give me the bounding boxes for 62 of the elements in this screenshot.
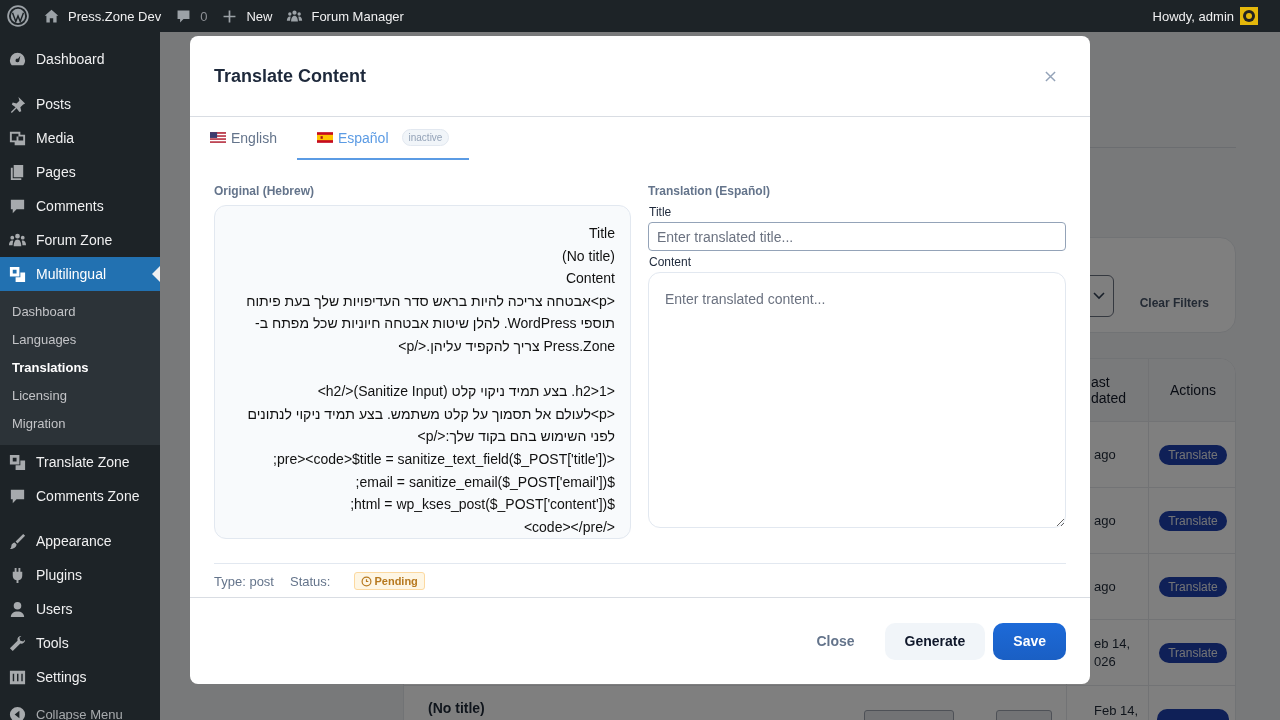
menu-item[interactable]: Media <box>0 121 160 155</box>
collapse-icon <box>8 704 27 720</box>
title-input[interactable]: Enter translated title... <box>648 222 1066 251</box>
clock-icon <box>361 575 373 587</box>
pending-badge: Pending <box>354 572 425 590</box>
new-link[interactable]: New <box>246 8 273 24</box>
dialog-title: Translate Content <box>214 65 367 87</box>
home-icon <box>43 7 60 25</box>
menu-item[interactable]: Appearance <box>0 524 160 558</box>
table-cell: Feb 14, <box>1094 702 1139 720</box>
menu-item[interactable]: Multilingual <box>0 257 160 291</box>
status-label: Status: <box>290 573 331 589</box>
submenu-item[interactable]: Licensing <box>0 382 160 410</box>
spain-flag-icon <box>316 132 333 143</box>
content-textarea[interactable]: Enter translated content... <box>648 272 1066 528</box>
menu-item[interactable]: Forum Zone <box>0 223 160 257</box>
menu-item[interactable]: Comments <box>0 189 160 223</box>
clear-filters-button[interactable]: Clear Filters <box>1139 296 1209 318</box>
table-cell: ago <box>1094 511 1116 530</box>
avatar-icon[interactable] <box>1240 7 1258 25</box>
table-cell: ago <box>1094 577 1116 596</box>
forum-manager-link[interactable]: Forum Manager <box>311 8 404 24</box>
submenu-item[interactable]: Languages <box>0 326 160 354</box>
brush-icon <box>8 531 27 551</box>
menu-item[interactable]: Plugins <box>0 558 160 592</box>
type-text: Type: post <box>214 573 274 589</box>
comment-count[interactable]: 0 <box>200 8 208 24</box>
generate-button[interactable]: Generate <box>884 622 986 660</box>
greeting-link[interactable]: Howdy, admin <box>1152 8 1234 24</box>
menu-item[interactable]: Dashboard <box>0 42 160 76</box>
wrench-icon <box>8 633 27 653</box>
menu-item[interactable]: Settings <box>0 660 160 694</box>
save-button[interactable]: Save <box>993 622 1066 660</box>
chevron-down-icon <box>1092 292 1105 300</box>
site-name-link[interactable]: Press.Zone Dev <box>68 8 162 24</box>
menu-item[interactable]: Comments Zone <box>0 479 160 513</box>
submenu-item[interactable]: Migration <box>0 410 160 438</box>
menu-item[interactable]: Users <box>0 592 160 626</box>
menu-item[interactable]: Pages <box>0 155 160 189</box>
table-cell-text: eb 14, 026 <box>1094 634 1132 671</box>
translate-icon <box>8 452 27 472</box>
field-label: Title <box>649 205 673 219</box>
field-label: Content <box>649 255 693 269</box>
inactive-badge: inactive <box>401 129 450 146</box>
submenu-item[interactable]: Translations <box>0 354 160 382</box>
menu-item[interactable]: Tools <box>0 626 160 660</box>
original-text: Title (No title) Content <p>אבטחה צריכה להיות בראש סדר העדיפויות שלך בעת פיתוח תוספי WordPress. להלן שיטות אבטחה חיוניות שכל מפתח ב-Press.Zone צריך להקפיד עליהן.</p> <h2>1. בצע תמיד ניקוי קלט (Sanitize Input)</h2> <p>לעולם אל תסמוך על קלט משתמש. בצע תמיד ניקוי לנתונים לפני השימוש בהם בקוד שלך:</p> <pre><code>$title = sanitize_text_field($_POST['title']); $email = sanitize_email($_POST['email']); $html = wp_kses_post($_POST['content']); </code></pre> <box>214 205 631 539</box>
close-icon[interactable] <box>1045 70 1056 82</box>
close-button[interactable]: Close <box>796 622 875 660</box>
menu-item[interactable]: Translate Zone <box>0 445 160 479</box>
language-tab[interactable]: English <box>190 117 297 160</box>
translate-icon <box>8 264 27 284</box>
submenu-item[interactable]: Dashboard <box>0 298 160 326</box>
table-cell: (No title) <box>428 700 485 716</box>
user-icon <box>8 599 27 619</box>
menu-item[interactable]: Posts <box>0 87 160 121</box>
us-flag-icon <box>210 132 226 143</box>
table-cell: ago <box>1094 445 1116 464</box>
section-label: Original (Hebrew) <box>214 184 315 198</box>
section-label: Translation (Español) <box>648 184 771 198</box>
logo-icon[interactable] <box>7 5 29 27</box>
column-header: Actions <box>1148 359 1235 421</box>
